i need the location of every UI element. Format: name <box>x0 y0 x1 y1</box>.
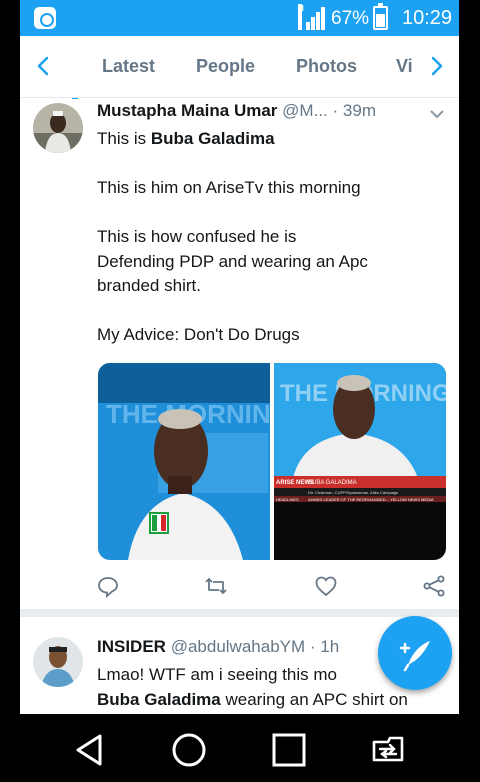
separator-dot: · <box>332 101 339 120</box>
reply-icon[interactable] <box>96 574 120 598</box>
recents-icon[interactable] <box>269 730 309 770</box>
tweet-timestamp: 39m <box>342 101 376 120</box>
lower-third-ticker: AHMED LEADER OF THE REORGANIZED... YELLO… <box>308 497 434 502</box>
tweet-card[interactable]: Mustapha Maina Umar @M... · 39m This is … <box>20 99 459 609</box>
search-tabs: Latest People Photos Vi <box>20 36 459 101</box>
tweet-line: My Advice: Don't Do Drugs <box>97 325 300 344</box>
chevron-down-icon[interactable] <box>430 109 444 119</box>
tab-people[interactable]: People <box>196 56 255 77</box>
separator-dot: · <box>309 637 316 656</box>
compose-tweet-icon <box>399 641 430 672</box>
tweet-line: This is how confused he is <box>97 227 297 246</box>
tweet-header: INSIDER @abdulwahabYM · 1h <box>97 637 339 657</box>
author-handle[interactable]: @abdulwahabYM <box>171 637 305 656</box>
tweet-line: This is him on AriseTv this morning <box>97 178 361 197</box>
author-name[interactable]: Mustapha Maina Umar <box>97 101 277 120</box>
notification-app-icon <box>34 7 56 29</box>
like-icon[interactable] <box>314 574 338 598</box>
tweet-body: This is Buba Galadima This is him on Ari… <box>97 127 445 348</box>
lower-third-name: BUBA GALADIMA <box>308 480 357 486</box>
network-type-badge: H <box>298 4 304 30</box>
tweet-line: branded shirt. <box>97 276 201 295</box>
author-handle[interactable]: @M... <box>282 101 328 120</box>
status-bar: H 67% 10:29 <box>20 0 459 36</box>
chevron-right-icon[interactable] <box>424 54 448 78</box>
tweet-line: Buba Galadima wearing an APC shirt on <box>97 689 408 709</box>
lower-third-tag: HEADLINES <box>276 497 299 502</box>
chevron-left-icon[interactable] <box>32 54 56 78</box>
avatar[interactable] <box>33 637 83 687</box>
avatar[interactable] <box>33 103 83 153</box>
compose-tweet-button[interactable] <box>378 616 452 690</box>
author-name[interactable]: INSIDER <box>97 637 166 656</box>
tab-videos[interactable]: Vi <box>396 56 413 77</box>
tweet-header: Mustapha Maina Umar @M... · 39m <box>97 101 376 121</box>
tweet-media[interactable]: THE MORNING SHOW THE MORNING ARISE NEWS … <box>98 363 446 560</box>
phone-frame: H 67% 10:29 Latest People Photos Vi Must… <box>0 0 480 782</box>
tab-photos[interactable]: Photos <box>296 56 357 77</box>
share-icon[interactable] <box>422 574 446 598</box>
battery-icon <box>373 3 388 30</box>
status-clock: 10:29 <box>402 7 453 29</box>
screen-switch-icon[interactable] <box>368 730 408 770</box>
battery-percent: 67% <box>331 8 370 29</box>
media-photo-right[interactable]: THE MORNING SHOW ARISE NEWS BUBA GALADIM… <box>274 363 446 560</box>
tweet-line: This is Buba Galadima <box>97 129 275 148</box>
app-screen: H 67% 10:29 Latest People Photos Vi Must… <box>20 0 459 714</box>
back-icon[interactable] <box>70 730 110 770</box>
tweet-timestamp: 1h <box>320 637 340 656</box>
tweet-actions <box>20 572 459 600</box>
signal-icon: H <box>298 4 325 30</box>
home-icon[interactable] <box>169 730 209 770</box>
lower-third-role: Dir. Chairman, CUPP/Spokesman, Atiku Cam… <box>308 490 398 495</box>
system-nav-bar <box>0 714 480 782</box>
retweet-icon[interactable] <box>204 574 228 598</box>
tab-latest[interactable]: Latest <box>102 56 155 77</box>
tweet-line: Defending PDP and wearing an Apc <box>97 251 368 271</box>
